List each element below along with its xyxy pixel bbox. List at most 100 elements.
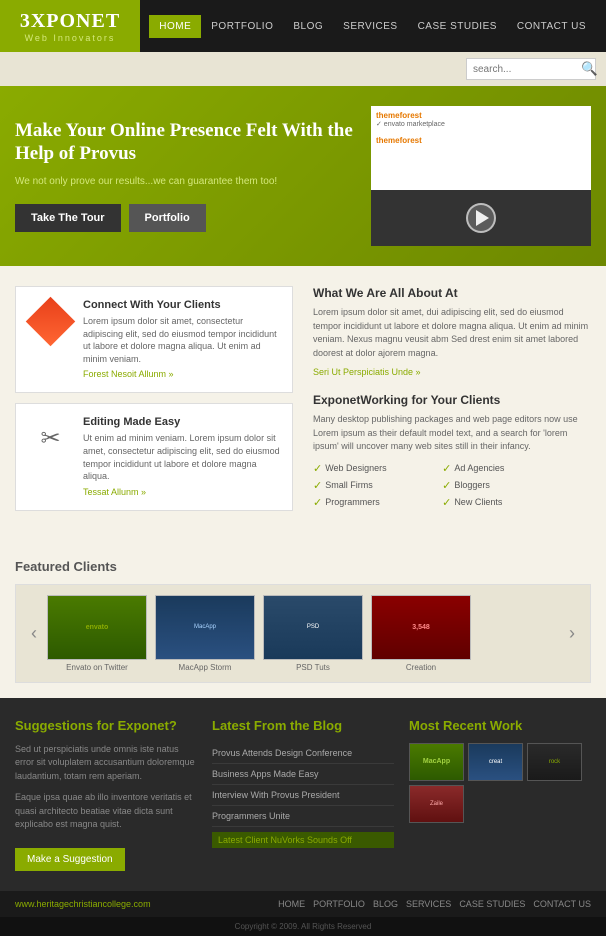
- search-box: 🔍: [466, 58, 596, 80]
- suggest-button[interactable]: Make a Suggestion: [15, 848, 125, 871]
- footer-blog-title: Latest From the Blog: [212, 718, 394, 733]
- carousel-label-2: MacApp Storm: [155, 663, 255, 672]
- bottom-nav: HOME PORTFOLIO BLOG SERVICES CASE STUDIE…: [278, 899, 591, 909]
- nav-services[interactable]: SERVICES: [333, 15, 407, 38]
- features-right: What We Are All About At Lorem ipsum dol…: [313, 286, 591, 524]
- footer-work: Most Recent Work MacApp creat rock Zaile: [409, 718, 591, 871]
- nav-contact[interactable]: CONTACT US: [507, 15, 596, 38]
- thumb-label: envato: [86, 624, 109, 631]
- main-nav: HOME PORTFOLIO BLOG SERVICES CASE STUDIE…: [149, 15, 596, 38]
- screen-brand1: themeforest: [376, 111, 586, 120]
- client-label-1: Web Designers: [325, 463, 386, 473]
- footer-work-title: Most Recent Work: [409, 718, 591, 733]
- footer-suggestions-body2: Eaque ipsa quae ab illo inventore verita…: [15, 791, 197, 832]
- screen-brand3: themeforest: [376, 136, 586, 145]
- hero-video: themeforest ✓ envato marketplace themefo…: [371, 106, 591, 246]
- screen-brand2: ✓ envato marketplace: [376, 120, 586, 128]
- blog-link-3-anchor[interactable]: Interview With Provus President: [212, 790, 394, 800]
- feature-connect-text: Connect With Your Clients Lorem ipsum do…: [83, 299, 280, 380]
- check-icon: ✓: [313, 462, 322, 475]
- screen-top: themeforest ✓ envato marketplace themefo…: [371, 106, 591, 190]
- hero-left: Make Your Online Presence Felt With the …: [15, 120, 356, 233]
- section-what-we-do: What We Are All About At Lorem ipsum dol…: [313, 286, 591, 378]
- feature-editing-text: Editing Made Easy Ut enim ad minim venia…: [83, 416, 280, 497]
- client-label-2: Ad Agencies: [454, 463, 504, 473]
- logo-text: 3XPONET: [20, 10, 120, 33]
- blog-link-2: Business Apps Made Easy: [212, 764, 394, 785]
- search-button[interactable]: 🔍: [577, 59, 602, 79]
- connect-icon: [28, 299, 73, 344]
- client-small-firms: ✓Small Firms: [313, 479, 438, 492]
- footer-suggestions-title: Suggestions for Exponet?: [15, 718, 197, 733]
- check-icon-6: ✓: [442, 496, 451, 509]
- carousel: ‹ envato Envato on Twitter MacApp MacApp…: [15, 584, 591, 683]
- blog-link-2-anchor[interactable]: Business Apps Made Easy: [212, 769, 394, 779]
- hero-subtitle: We not only prove our results...we can g…: [15, 175, 356, 189]
- carousel-next[interactable]: ›: [564, 623, 580, 644]
- nav-blog[interactable]: BLOG: [283, 15, 333, 38]
- check-icon-5: ✓: [313, 496, 322, 509]
- check-icon-4: ✓: [442, 479, 451, 492]
- feature-editing: ✂ Editing Made Easy Ut enim ad minim ven…: [15, 403, 293, 510]
- work-thumb-2: creat: [468, 743, 523, 781]
- carousel-prev[interactable]: ‹: [26, 623, 42, 644]
- footer-suggestions: Suggestions for Exponet? Sed ut perspici…: [15, 718, 197, 871]
- thumb-label-4: 3,548: [412, 624, 430, 631]
- bottom-url: www.heritagechristiancollege.com: [15, 899, 151, 909]
- carousel-label-3: PSD Tuts: [263, 663, 363, 672]
- nav-portfolio[interactable]: PORTFOLIO: [201, 15, 283, 38]
- take-tour-button[interactable]: Take The Tour: [15, 204, 121, 232]
- play-button[interactable]: [466, 203, 496, 233]
- clients-grid: ✓Web Designers ✓Ad Agencies ✓Small Firms…: [313, 462, 591, 509]
- carousel-item-2: MacApp MacApp Storm: [155, 595, 255, 672]
- bottom-nav-contact[interactable]: CONTACT US: [533, 899, 591, 909]
- feature-connect: Connect With Your Clients Lorem ipsum do…: [15, 286, 293, 393]
- thumb-creation: 3,548: [371, 595, 471, 660]
- client-bloggers: ✓Bloggers: [442, 479, 567, 492]
- what-we-do-link[interactable]: Seri Ut Perspiciatis Unde »: [313, 367, 421, 377]
- nav-home[interactable]: HOME: [149, 15, 201, 38]
- feature-editing-body: Ut enim ad minim veniam. Lorem ipsum dol…: [83, 432, 280, 482]
- exponet-working-body: Many desktop publishing packages and web…: [313, 413, 591, 454]
- blog-link-1: Provus Attends Design Conference: [212, 743, 394, 764]
- bottom-nav-portfolio[interactable]: PORTFOLIO: [313, 899, 365, 909]
- client-new-clients: ✓New Clients: [442, 496, 567, 509]
- bottom-nav-services[interactable]: SERVICES: [406, 899, 451, 909]
- client-web-designers: ✓Web Designers: [313, 462, 438, 475]
- portfolio-button[interactable]: Portfolio: [129, 204, 206, 232]
- blog-link-5-anchor[interactable]: Latest Client NuVorks Sounds Off: [212, 832, 394, 848]
- client-label-5: Programmers: [325, 497, 380, 507]
- work-grid: MacApp creat rock Zaile: [409, 743, 591, 823]
- bottom-bar: www.heritagechristiancollege.com HOME PO…: [0, 891, 606, 917]
- blog-links: Provus Attends Design Conference Busines…: [212, 743, 394, 853]
- footer-blog: Latest From the Blog Provus Attends Desi…: [212, 718, 394, 871]
- feature-editing-link[interactable]: Tessat Allunm »: [83, 487, 146, 497]
- hero-section: Make Your Online Presence Felt With the …: [0, 86, 606, 266]
- blog-link-4-anchor[interactable]: Programmers Unite: [212, 811, 394, 821]
- featured-title: Featured Clients: [15, 559, 591, 574]
- search-input[interactable]: [467, 59, 577, 79]
- exponet-working-title: ExponetWorking for Your Clients: [313, 393, 591, 407]
- bottom-nav-blog[interactable]: BLOG: [373, 899, 398, 909]
- bottom-nav-case-studies[interactable]: CASE STUDIES: [459, 899, 525, 909]
- carousel-label-4: Creation: [371, 663, 471, 672]
- check-icon-3: ✓: [313, 479, 322, 492]
- feature-connect-link[interactable]: Forest Nesoit Allunm »: [83, 369, 174, 379]
- hero-screen: themeforest ✓ envato marketplace themefo…: [371, 106, 591, 246]
- bottom-nav-home[interactable]: HOME: [278, 899, 305, 909]
- client-programmers: ✓Programmers: [313, 496, 438, 509]
- features-left: Connect With Your Clients Lorem ipsum do…: [15, 286, 293, 524]
- nav-case-studies[interactable]: CASE STUDIES: [408, 15, 507, 38]
- copyright-text: Copyright © 2009. All Rights Reserved: [235, 922, 372, 931]
- play-icon: [476, 210, 489, 226]
- featured-section: Featured Clients ‹ envato Envato on Twit…: [0, 544, 606, 698]
- blog-link-5: Latest Client NuVorks Sounds Off: [212, 827, 394, 853]
- carousel-item-3: PSD PSD Tuts: [263, 595, 363, 672]
- hero-buttons: Take The Tour Portfolio: [15, 204, 356, 232]
- what-we-do-title: What We Are All About At: [313, 286, 591, 300]
- blog-link-4: Programmers Unite: [212, 806, 394, 827]
- footer-top: Suggestions for Exponet? Sed ut perspici…: [0, 698, 606, 891]
- carousel-item-4: 3,548 Creation: [371, 595, 471, 672]
- thumb-label-3: PSD: [307, 624, 319, 630]
- blog-link-1-anchor[interactable]: Provus Attends Design Conference: [212, 748, 394, 758]
